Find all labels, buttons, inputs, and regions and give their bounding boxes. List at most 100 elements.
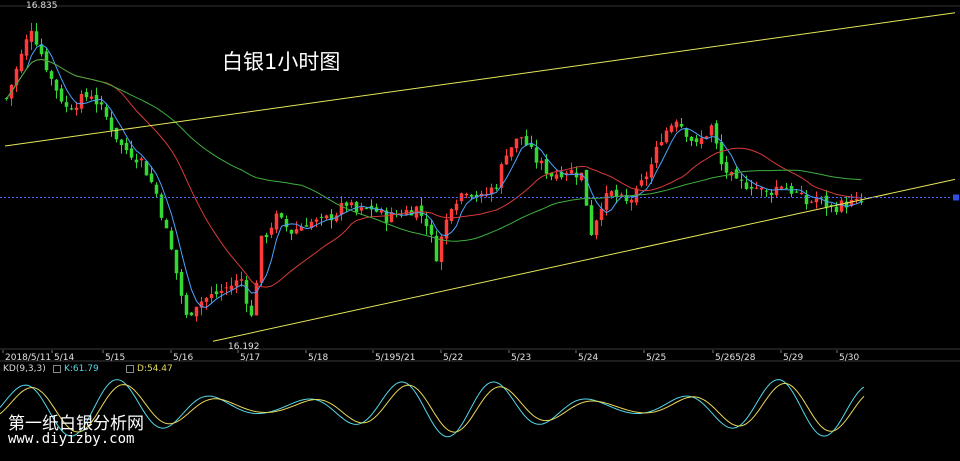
x-axis-label: 5/17: [240, 353, 260, 363]
candle-body: [49, 71, 54, 79]
candle-body: [164, 219, 169, 229]
x-axis-label: 5/30: [839, 353, 859, 363]
candle-body: [149, 173, 154, 183]
current-price-marker: [953, 194, 959, 201]
candle-body: [589, 205, 594, 235]
candle-body: [504, 155, 509, 165]
candle-body: [639, 180, 644, 186]
k-marker-icon: [53, 364, 61, 373]
x-axis-label: 5/265/28: [715, 353, 756, 363]
candle-body: [224, 287, 229, 289]
candle-body: [839, 200, 844, 212]
candle-body: [464, 193, 469, 196]
candle-body: [794, 191, 799, 193]
watermark-url: www.diyizby.com: [8, 431, 135, 447]
candle-body: [84, 92, 89, 98]
kd-indicator-name: KD(9,3,3): [3, 364, 46, 374]
candle-body: [259, 235, 264, 283]
x-axis-label: 5/25: [646, 353, 666, 363]
candle-body: [594, 220, 599, 236]
candle-body: [99, 102, 104, 105]
candle-body: [64, 102, 69, 107]
candle-body: [214, 291, 219, 295]
candle-body: [219, 290, 224, 293]
candle-body: [679, 123, 684, 127]
price-chart: 2018/5/11 5/14 5/15 5/16 5/17 5/18 5/195/21 5/2…: [0, 0, 960, 461]
low-annotation: 16.192: [228, 342, 260, 352]
candle-body: [804, 194, 809, 205]
candle-body: [689, 136, 694, 141]
candle-body: [674, 121, 679, 128]
candle-body: [694, 138, 699, 143]
candle-body: [644, 176, 649, 180]
candle-body: [814, 198, 819, 203]
candle-body: [144, 161, 149, 176]
candle-body: [59, 88, 64, 102]
x-axis-label: 5/195/21: [375, 353, 415, 363]
candle-body: [29, 30, 34, 42]
candle-body: [89, 96, 94, 99]
candle-body: [744, 182, 749, 189]
candle-body: [209, 294, 214, 299]
k-value-label: K:61.79: [53, 364, 99, 374]
candle-body: [339, 202, 344, 215]
candle-body: [194, 306, 199, 317]
x-axis-label: 5/23: [511, 353, 531, 363]
candle-body: [709, 125, 714, 136]
candle-body: [159, 194, 164, 218]
candle-body: [129, 148, 134, 158]
candle-body: [809, 201, 814, 203]
x-axis-label: 5/22: [443, 353, 463, 363]
candle-body: [629, 199, 634, 203]
candle-body: [834, 206, 839, 213]
candle-body: [759, 187, 764, 190]
candle-body: [544, 159, 549, 174]
candle-body: [294, 229, 299, 234]
candle-body: [799, 192, 804, 195]
candle-body: [649, 164, 654, 178]
candle-body: [604, 193, 609, 210]
candle-body: [614, 189, 619, 197]
candle-body: [764, 190, 769, 192]
candle-body: [254, 282, 259, 316]
candle-body: [264, 234, 269, 238]
candle-body: [494, 187, 499, 189]
candle-body: [659, 141, 664, 146]
d-value: D:54.47: [137, 364, 173, 374]
x-axis-label: 5/16: [173, 353, 193, 363]
candle-body: [654, 146, 659, 163]
candle-body: [784, 187, 789, 189]
candle-body: [569, 169, 574, 174]
candle-body: [669, 125, 674, 132]
candle-body: [34, 31, 39, 45]
candle-body: [154, 184, 159, 194]
candle-body: [274, 213, 279, 230]
candle-body: [554, 174, 559, 179]
candle-body: [749, 186, 754, 189]
candle-body: [609, 191, 614, 196]
candle-body: [239, 279, 244, 281]
candle-body: [364, 207, 369, 209]
candle-body: [719, 142, 724, 165]
candle-body: [79, 93, 84, 109]
x-axis-label: 2018/5/11: [5, 353, 51, 363]
candle-body: [534, 147, 539, 163]
candle-body: [279, 213, 284, 218]
candle-body: [514, 138, 519, 149]
candle-body: [349, 202, 354, 206]
candle-body: [854, 198, 859, 200]
candle-body: [314, 219, 319, 222]
candle-body: [509, 147, 514, 157]
candle-body: [454, 203, 459, 211]
candle-body: [119, 139, 124, 146]
candle-body: [319, 216, 324, 218]
candle-body: [304, 225, 309, 227]
candle-body: [284, 218, 289, 228]
candle-body: [189, 312, 194, 316]
candle-body: [109, 117, 114, 131]
candle-body: [104, 107, 109, 117]
candle-body: [664, 130, 669, 143]
candle-body: [684, 128, 689, 137]
candle-body: [134, 159, 139, 163]
candle-body: [289, 229, 294, 234]
